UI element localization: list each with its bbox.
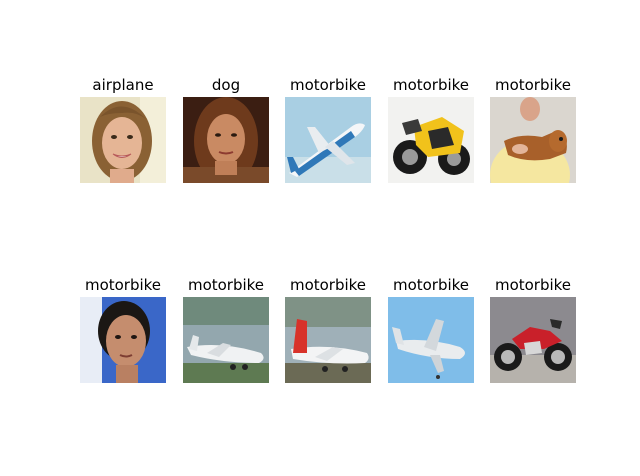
figure: airplane dog motorbike motorbike motorbi… bbox=[0, 0, 640, 476]
panel-label: motorbike bbox=[494, 276, 572, 294]
thumbnail-image-face bbox=[80, 297, 166, 383]
thumbnail-image-face bbox=[80, 97, 166, 183]
thumbnail-image-person-dog bbox=[490, 97, 576, 183]
thumbnail-image-airplane bbox=[285, 297, 371, 383]
panel-label: motorbike bbox=[494, 76, 572, 94]
thumbnail-image-face bbox=[183, 97, 269, 183]
thumbnail-image-motorbike bbox=[490, 297, 576, 383]
thumbnail-image-motorbike bbox=[388, 97, 474, 183]
thumbnail-image-airplane bbox=[388, 297, 474, 383]
thumbnail-image-airplane bbox=[285, 97, 371, 183]
thumbnail-image-airplane bbox=[183, 297, 269, 383]
